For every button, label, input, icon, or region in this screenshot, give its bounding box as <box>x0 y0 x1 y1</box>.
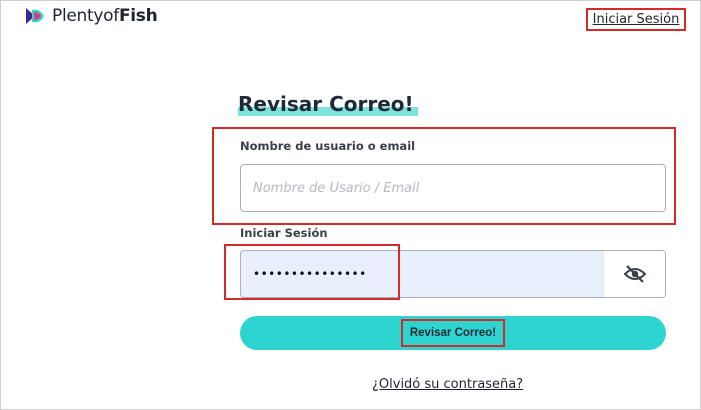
logo[interactable]: PlentyofFish <box>24 6 158 26</box>
username-input[interactable] <box>240 164 666 212</box>
submit-button[interactable]: Revisar Correo! <box>240 316 666 350</box>
header-signin-link[interactable]: Iniciar Sesión <box>586 8 686 31</box>
fish-logo-icon <box>26 8 44 24</box>
submit-button-label: Revisar Correo! <box>400 319 506 347</box>
password-label: Iniciar Sesión <box>240 226 328 240</box>
show-password-toggle[interactable] <box>603 251 665 297</box>
forgot-password-link[interactable]: ¿Olvidó su contraseña? <box>372 377 523 392</box>
username-label: Nombre de usuario o email <box>240 139 416 153</box>
logo-text: PlentyofFish <box>52 6 158 26</box>
title-text: Revisar Correo! <box>238 92 414 116</box>
eye-slash-icon <box>623 265 646 283</box>
form-title: Revisar Correo! <box>238 92 418 116</box>
annotation-box-password <box>224 244 400 300</box>
